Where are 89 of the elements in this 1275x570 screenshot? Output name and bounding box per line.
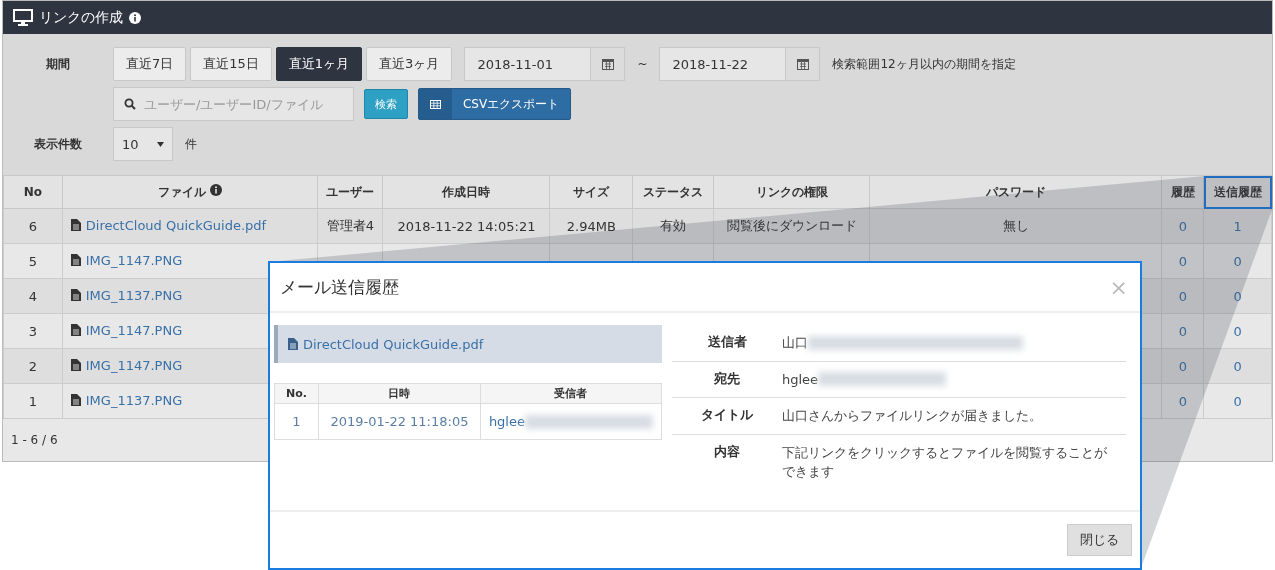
close-dialog-button[interactable]: 閉じる <box>1067 524 1132 556</box>
file-link[interactable]: IMG_1147.PNG <box>70 357 183 373</box>
search-icon <box>124 98 136 110</box>
column-header: 日時 <box>318 383 481 404</box>
document-icon <box>70 394 81 407</box>
calendar-icon <box>601 58 614 70</box>
page-size-label: 表示件数 <box>33 135 83 153</box>
period-button[interactable]: 直近1ヶ月 <box>275 47 363 81</box>
period-button[interactable]: 直近15日 <box>190 47 272 81</box>
row-number: 5 <box>28 253 38 269</box>
sent-count[interactable]: 0 <box>1233 358 1242 374</box>
search-field[interactable]: ユーザー/ユーザーID/ファイル <box>113 87 354 121</box>
sent-count[interactable]: 0 <box>1233 253 1242 269</box>
file-link[interactable]: IMG_1147.PNG <box>70 322 183 338</box>
row-number: 4 <box>28 288 38 304</box>
column-header: No. <box>274 383 319 404</box>
column-header: リンクの権限 <box>713 175 870 209</box>
period-button[interactable]: 直近7日 <box>113 47 187 81</box>
calendar-icon <box>796 58 809 70</box>
document-icon <box>70 289 81 302</box>
table-icon <box>430 99 441 109</box>
row-number: 3 <box>28 323 38 339</box>
caret-icon <box>157 141 164 147</box>
info-icon <box>129 11 141 24</box>
password-cell: 無し <box>1002 218 1029 233</box>
file-link[interactable]: IMG_1147.PNG <box>70 252 183 268</box>
detail-value: 下記リンクをクリックするとファイルを閲覧することができます <box>782 443 1108 481</box>
document-icon <box>70 359 81 372</box>
detail-value: 山口 <box>782 334 808 352</box>
row-number: 6 <box>28 218 38 234</box>
document-icon <box>70 324 81 337</box>
monitor-icon <box>13 9 33 26</box>
detail-label: 宛先 <box>713 369 741 388</box>
sent-count[interactable]: 0 <box>1233 393 1242 409</box>
history-count[interactable]: 0 <box>1178 393 1187 409</box>
column-header: 送信履歴 <box>1203 175 1272 209</box>
detail-label: 内容 <box>713 442 741 461</box>
document-icon <box>288 338 298 350</box>
detail-label: タイトル <box>700 406 754 424</box>
column-header: No <box>3 175 63 209</box>
row-number: 1 <box>292 414 301 429</box>
date-field[interactable]: 2018-11-22 <box>659 47 821 81</box>
column-header: サイズ <box>549 175 633 209</box>
column-header: ステータス <box>632 175 714 209</box>
dialog-title: メール送信履歴 <box>280 275 399 299</box>
document-icon <box>70 254 81 267</box>
detail-label: 送信者 <box>706 333 748 351</box>
search-button[interactable]: 検索 <box>364 89 408 119</box>
history-count[interactable]: 0 <box>1178 218 1187 234</box>
detail-value: hglee <box>782 370 819 389</box>
recipient-link[interactable]: hglee <box>488 413 525 429</box>
date-field[interactable]: 2018-11-01 <box>464 47 626 81</box>
sent-count[interactable]: 0 <box>1233 323 1242 339</box>
column-header: ユーザー <box>318 175 383 209</box>
page-size-select[interactable]: 10 <box>113 127 173 161</box>
document-icon <box>70 219 81 232</box>
history-count[interactable]: 0 <box>1178 288 1187 304</box>
column-header: 受信者 <box>480 383 662 404</box>
sent-count[interactable]: 1 <box>1233 218 1242 234</box>
column-header: 作成日時 <box>382 175 550 209</box>
history-count[interactable]: 0 <box>1178 253 1187 269</box>
column-header: ファイル <box>62 175 318 209</box>
period-button[interactable]: 直近3ヶ月 <box>366 47 453 81</box>
row-number: 2 <box>28 358 38 374</box>
history-count[interactable]: 0 <box>1178 323 1187 339</box>
search-input[interactable]: ユーザー/ユーザーID/ファイル <box>142 95 342 113</box>
size-cell: 2.94MB <box>566 218 616 234</box>
file-link[interactable]: IMG_1137.PNG <box>70 392 183 408</box>
info-icon <box>210 183 223 196</box>
column-header: 履歴 <box>1161 175 1204 209</box>
export-button[interactable]: CSVエクスポート <box>418 88 571 120</box>
period-label: 期間 <box>45 55 71 73</box>
page-size-unit: 件 <box>185 135 197 153</box>
column-header: パスワード <box>869 175 1162 209</box>
date-cell: 2019-01-22 11:18:05 <box>330 414 469 429</box>
panel-title: リンクの作成 <box>39 8 123 27</box>
sent-count[interactable]: 0 <box>1233 288 1242 304</box>
pagination-info: 1 - 6 / 6 <box>11 433 58 447</box>
file-link[interactable]: DirectCloud QuickGuide.pdf <box>288 336 484 352</box>
permission-cell: 閲覧後にダウンロード <box>726 218 857 233</box>
user-cell: 管理者4 <box>326 218 375 233</box>
range-separator: ~ <box>637 57 648 71</box>
range-note: 検索範囲12ヶ月以内の期間を指定 <box>832 55 1016 73</box>
status-cell: 有効 <box>660 218 687 233</box>
date-cell: 2018-11-22 14:05:21 <box>397 218 536 234</box>
row-number: 1 <box>28 393 38 409</box>
file-link[interactable]: IMG_1137.PNG <box>70 287 183 303</box>
detail-value: 山口さんからファイルリンクが届きました。 <box>782 407 1043 425</box>
history-count[interactable]: 0 <box>1178 358 1187 374</box>
